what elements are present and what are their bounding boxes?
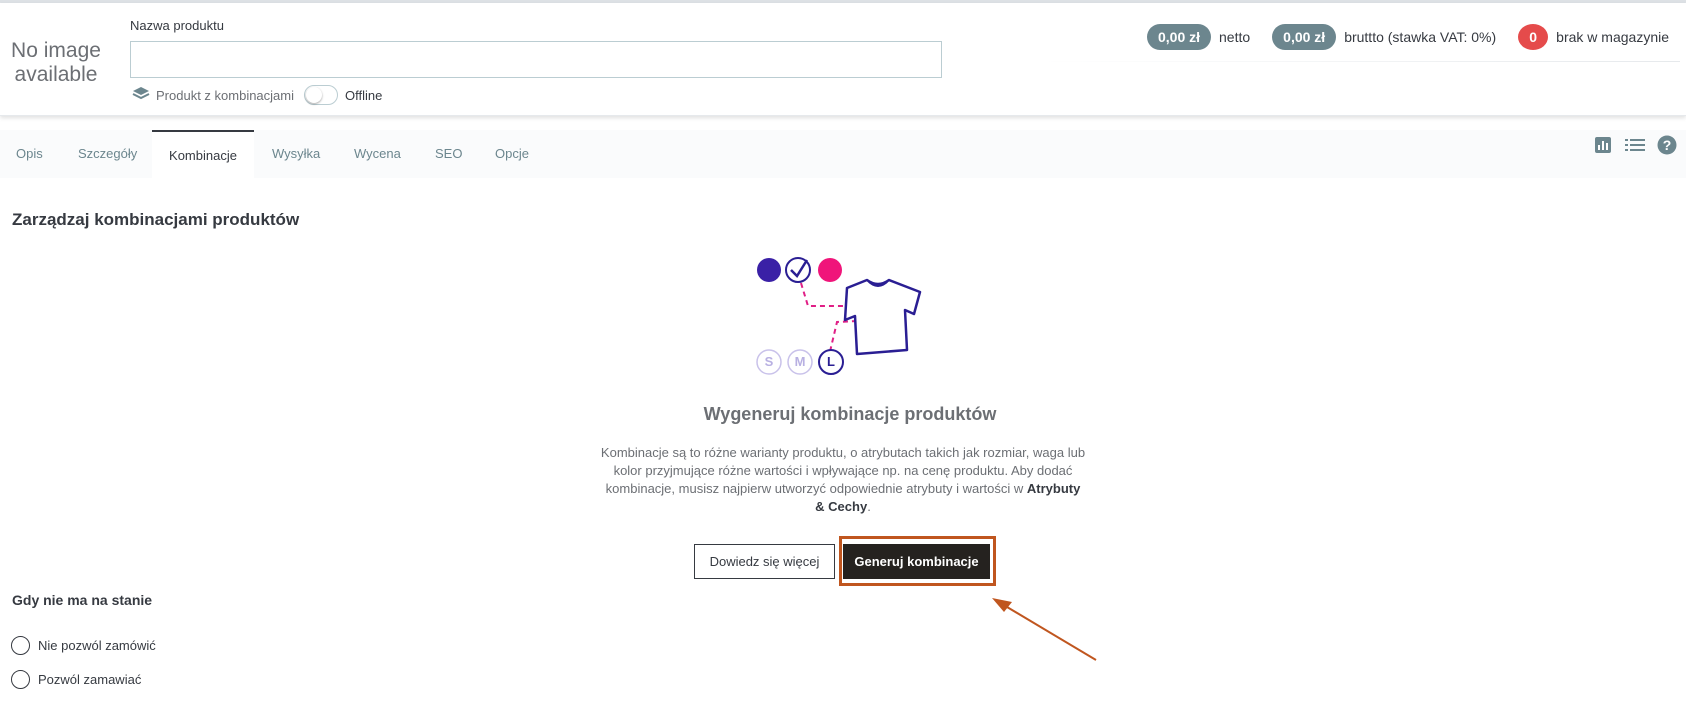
stock-label: brak w magazynie bbox=[1556, 29, 1669, 45]
empty-state-text: Kombinacje są to różne warianty produktu… bbox=[600, 445, 1086, 496]
color-dot-pink bbox=[818, 258, 842, 282]
generate-combinations-button[interactable]: Generuj kombinacje bbox=[843, 544, 990, 579]
page-section-title: Zarządzaj kombinacjami produktów bbox=[12, 210, 300, 229]
help-icon[interactable]: ? bbox=[1656, 134, 1678, 156]
net-label: netto bbox=[1219, 29, 1251, 45]
radio-allow-orders[interactable]: Pozwól zamawiać bbox=[11, 670, 141, 689]
tab-opis[interactable]: Opis bbox=[16, 130, 43, 178]
size-m-label: M bbox=[794, 354, 806, 369]
tab-wysylka[interactable]: Wysyłka bbox=[272, 130, 320, 178]
size-l-label: L bbox=[827, 354, 835, 369]
radio-label-allow: Pozwól zamawiać bbox=[38, 672, 142, 687]
product-name-input[interactable] bbox=[130, 41, 942, 78]
tabs-bar: Opis Szczegóły Kombinacje Wysyłka Wycena… bbox=[0, 130, 1686, 178]
price-net-badge: 0,00 zł bbox=[1146, 24, 1212, 50]
offline-toggle[interactable] bbox=[304, 85, 338, 105]
gross-label: bruttto (stawka VAT: 0%) bbox=[1344, 29, 1497, 45]
radio-label-deny: Nie pozwól zamówić bbox=[38, 638, 156, 653]
svg-text:?: ? bbox=[1663, 137, 1672, 153]
product-header: No image available Nazwa produktu Produk… bbox=[0, 3, 1686, 116]
empty-state-text-end: . bbox=[867, 499, 871, 514]
tab-seo[interactable]: SEO bbox=[435, 130, 462, 178]
chart-icon[interactable] bbox=[1592, 134, 1614, 156]
tab-opcje[interactable]: Opcje bbox=[495, 130, 529, 178]
no-image-placeholder[interactable]: No image available bbox=[6, 39, 106, 87]
price-gross-badge: 0,00 zł bbox=[1272, 24, 1337, 50]
tab-kombinacje[interactable]: Kombinacje bbox=[152, 130, 254, 178]
size-s-label: S bbox=[764, 354, 774, 369]
tab-szczegoly[interactable]: Szczegóły bbox=[78, 130, 137, 178]
list-icon[interactable] bbox=[1624, 134, 1646, 156]
combinations-flag: Produkt z kombinacjami bbox=[132, 86, 294, 105]
empty-state-title: Wygeneruj kombinacje produktów bbox=[703, 404, 997, 424]
pointer-arrow bbox=[992, 598, 1097, 661]
radio-button[interactable] bbox=[11, 636, 30, 655]
learn-more-button[interactable]: Dowiedz się więcej bbox=[694, 544, 835, 579]
tab-wycena[interactable]: Wycena bbox=[354, 130, 401, 178]
out-of-stock-title: Gdy nie ma na stanie bbox=[12, 592, 153, 608]
layers-icon bbox=[132, 86, 150, 105]
color-dot-purple bbox=[757, 258, 781, 282]
toolbar-icons: ? bbox=[1592, 134, 1678, 156]
offline-label: Offline bbox=[345, 88, 383, 103]
empty-state-description: Kombinacje są to różne warianty produktu… bbox=[600, 444, 1086, 516]
stock-count-badge: 0 bbox=[1518, 24, 1549, 50]
price-summary: 0,00 zł netto 0,00 zł bruttto (stawka VA… bbox=[1146, 24, 1669, 50]
radio-button[interactable] bbox=[11, 670, 30, 689]
combinations-flag-label: Produkt z kombinacjami bbox=[156, 88, 294, 103]
radio-deny-orders[interactable]: Nie pozwól zamówić bbox=[11, 636, 156, 655]
summary-divider bbox=[1040, 61, 1680, 62]
tshirt-icon bbox=[843, 278, 922, 356]
product-name-label: Nazwa produktu bbox=[130, 18, 224, 33]
